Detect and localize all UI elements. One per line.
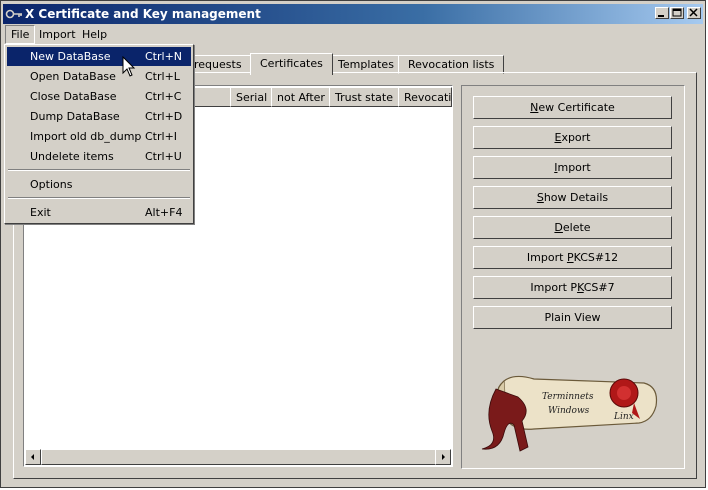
import-pkcs7-button[interactable]: Import PKCS#7: [473, 276, 672, 299]
menu-item-dump-database[interactable]: Dump DataBase Ctrl+D: [7, 107, 191, 126]
minimize-icon: [658, 15, 664, 17]
menu-item-import-old-db-dump[interactable]: Import old db_dump Ctrl+I: [7, 127, 191, 146]
menu-bar: File Import Help: [3, 25, 703, 44]
menu-separator: [8, 169, 190, 171]
button-label: Plain View: [544, 311, 601, 324]
button-label: KCS#12: [573, 251, 619, 264]
menu-item-label: Import old db_dump: [30, 130, 142, 143]
maximize-button[interactable]: [670, 7, 684, 19]
button-label-accel: D: [554, 221, 563, 234]
menu-item-label: Exit: [30, 206, 51, 219]
menu-item-exit[interactable]: Exit Alt+F4: [7, 203, 191, 222]
menu-separator: [8, 197, 190, 199]
horizontal-scrollbar[interactable]: [25, 449, 451, 465]
column-header-trust-state[interactable]: Trust state: [329, 87, 400, 107]
menu-file[interactable]: File: [5, 25, 36, 44]
arrow-left-icon: [31, 454, 34, 460]
menu-item-new-database[interactable]: New DataBase Ctrl+N: [7, 47, 191, 66]
maximize-icon: [672, 8, 682, 17]
menu-item-shortcut: Ctrl+D: [145, 110, 183, 123]
menu-import[interactable]: Import: [34, 26, 81, 43]
menu-item-label: Options: [30, 178, 73, 191]
menu-item-open-database[interactable]: Open DataBase Ctrl+L: [7, 67, 191, 86]
button-label-accel: S: [536, 191, 544, 204]
window-title: X Certificate and Key management: [25, 7, 261, 21]
export-button[interactable]: Export: [473, 126, 672, 149]
menu-item-shortcut: Ctrl+I: [145, 130, 178, 143]
menu-item-shortcut: Ctrl+N: [145, 50, 183, 63]
menu-item-shortcut: Ctrl+C: [145, 90, 182, 103]
logo-text-line1: Terminnets: [542, 392, 594, 402]
menu-help[interactable]: Help: [77, 26, 112, 43]
menu-item-shortcut: Ctrl+U: [145, 150, 182, 163]
title-bar[interactable]: X Certificate and Key management: [3, 4, 703, 24]
tab-certificates[interactable]: Certificates: [250, 53, 333, 75]
scroll-left-button[interactable]: [25, 449, 41, 465]
column-header-serial[interactable]: Serial: [230, 87, 274, 107]
new-certificate-button[interactable]: New Certificate: [473, 96, 672, 119]
column-header-not-after[interactable]: not After: [271, 87, 331, 107]
main-window: X Certificate and Key management File Im…: [0, 0, 706, 488]
button-label: mport: [557, 161, 591, 174]
scroll-thumb[interactable]: [41, 449, 439, 465]
button-label: elete: [562, 221, 591, 234]
arrow-right-icon: [442, 454, 445, 460]
import-button[interactable]: Import: [473, 156, 672, 179]
button-label-accel: K: [577, 281, 584, 294]
column-header-revocation[interactable]: Revocatio: [398, 87, 452, 107]
import-pkcs12-button[interactable]: Import PKCS#12: [473, 246, 672, 269]
menu-item-label: Undelete items: [30, 150, 114, 163]
file-menu-dropdown: New DataBase Ctrl+N Open DataBase Ctrl+L…: [4, 44, 194, 224]
close-button[interactable]: [687, 7, 701, 19]
button-label: CS#7: [583, 281, 615, 294]
button-label: xport: [561, 131, 591, 144]
button-label: Import P: [530, 281, 578, 294]
menu-item-label: Open DataBase: [30, 70, 116, 83]
menu-item-label: Close DataBase: [30, 90, 117, 103]
mouse-cursor-icon: [122, 56, 136, 77]
button-label-accel: P: [566, 251, 574, 264]
button-label: ew Certificate: [538, 101, 615, 114]
menu-item-options[interactable]: Options: [7, 175, 191, 194]
key-icon: [5, 9, 22, 19]
plain-view-button[interactable]: Plain View: [473, 306, 672, 329]
scroll-seal-logo: Terminnets Windows Linx: [481, 375, 658, 452]
close-icon: [689, 8, 698, 17]
button-label: how Details: [543, 191, 609, 204]
menu-item-label: Dump DataBase: [30, 110, 120, 123]
menu-item-undelete-items[interactable]: Undelete items Ctrl+U: [7, 147, 191, 166]
button-label: Import: [526, 251, 567, 264]
show-details-button[interactable]: Show Details: [473, 186, 672, 209]
minimize-button[interactable]: [655, 7, 669, 19]
delete-button[interactable]: Delete: [473, 216, 672, 239]
logo-text-line3: Linx: [613, 412, 634, 422]
scroll-right-button[interactable]: [435, 449, 451, 465]
menu-item-close-database[interactable]: Close DataBase Ctrl+C: [7, 87, 191, 106]
menu-item-shortcut: Ctrl+L: [145, 70, 180, 83]
logo-text-line2: Windows: [548, 406, 590, 416]
menu-item-shortcut: Alt+F4: [145, 206, 183, 219]
menu-item-label: New DataBase: [30, 50, 111, 63]
